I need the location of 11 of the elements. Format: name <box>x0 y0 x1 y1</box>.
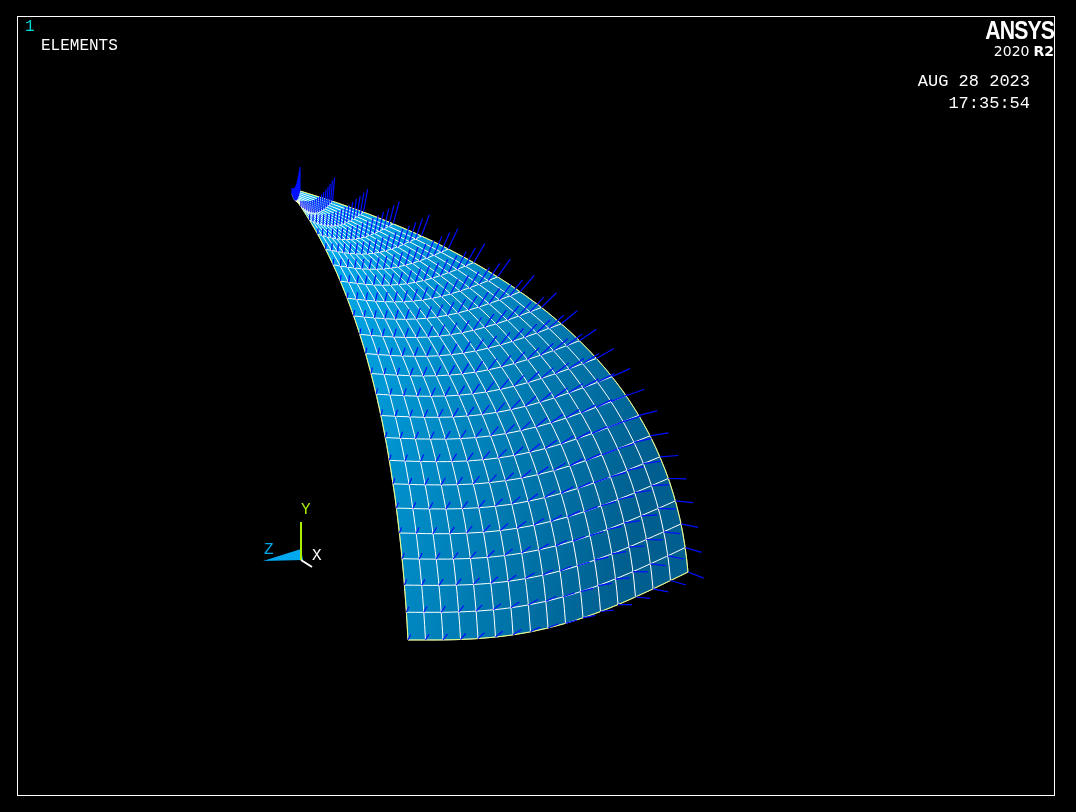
logo-text: ANSYS <box>985 17 1054 43</box>
release-text: R2 <box>1033 43 1054 59</box>
plot-title: ELEMENTS <box>41 36 118 56</box>
window-number: 1 <box>25 18 36 36</box>
time-text: 17:35:54 <box>948 93 1030 115</box>
axis-label: X <box>312 548 322 564</box>
axis-label: Y <box>301 502 311 518</box>
axis-triad-drawing <box>263 521 313 568</box>
date-text: AUG 28 2023 <box>917 71 1030 93</box>
version-text: 2020 <box>993 43 1030 59</box>
axis-label: Z <box>264 542 274 558</box>
